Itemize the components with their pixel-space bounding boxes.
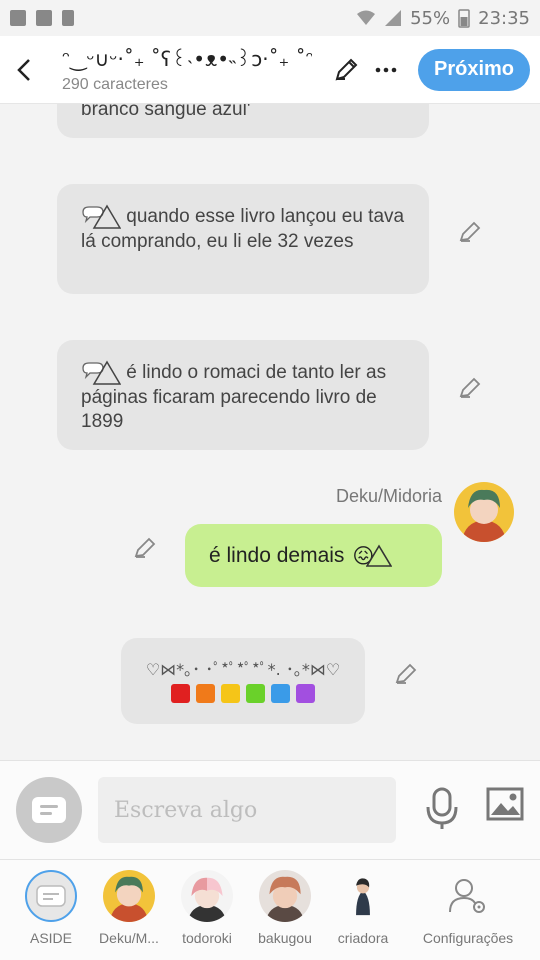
avatar-todoroki-image bbox=[181, 870, 233, 922]
sd-card-notification-icon bbox=[62, 10, 74, 26]
image-icon bbox=[486, 787, 524, 821]
tab-label: Configurações bbox=[422, 930, 514, 946]
avatar-deku-image bbox=[103, 870, 155, 922]
microphone-icon bbox=[426, 787, 458, 829]
back-button[interactable] bbox=[0, 36, 48, 104]
blue-die bbox=[271, 684, 290, 703]
more-dots-icon bbox=[375, 67, 397, 72]
avatar-bakugou-image bbox=[259, 870, 311, 922]
edit-title-button[interactable] bbox=[326, 50, 366, 90]
pencil-icon bbox=[459, 221, 481, 242]
status-bar: 55% 23:35 bbox=[0, 0, 540, 36]
compose-bar bbox=[0, 760, 540, 860]
yellow-die bbox=[221, 684, 240, 703]
decorative-text: ♡⋈*｡･ ･ﾟ*ﾟ*ﾟ*ﾟ*. ･｡*⋈♡ bbox=[145, 660, 341, 679]
message-text: é lindo o romaci de tanto ler as páginas… bbox=[81, 362, 387, 432]
deku-avatar bbox=[103, 870, 155, 922]
todoroki-avatar bbox=[181, 870, 233, 922]
tab-todoroki[interactable]: todoroki bbox=[176, 860, 238, 946]
tab-configuracoes[interactable]: Configurações bbox=[416, 860, 520, 946]
clock: 23:35 bbox=[478, 7, 530, 29]
wifi-icon bbox=[357, 10, 376, 25]
tab-criadora[interactable]: criadora bbox=[332, 860, 394, 946]
tab-label: Deku/M... bbox=[99, 930, 159, 946]
tab-label: bakugou bbox=[258, 930, 312, 946]
pencil-icon bbox=[134, 537, 156, 558]
edit-message-button[interactable] bbox=[394, 662, 420, 688]
more-options-button[interactable] bbox=[366, 50, 406, 90]
avatar-criadora-image bbox=[337, 870, 389, 922]
gallery-notification-icon bbox=[10, 10, 26, 26]
message-text: quando esse livro lançou eu tava lá comp… bbox=[81, 206, 405, 252]
chat-bubble-icon bbox=[36, 885, 66, 907]
signal-icon bbox=[385, 10, 402, 26]
title-area: ᵔ‿ᵕ∪ᵕ·˚₊ ˚ʕ꒰˴•ᴥ•˵꒱ɔ·˚₊ ˚ᵔ... 290 caracte… bbox=[48, 45, 326, 94]
message-bubble[interactable]: é lindo o romaci de tanto ler as páginas… bbox=[57, 340, 429, 450]
colored-dice-row bbox=[121, 684, 365, 703]
character-select-button[interactable] bbox=[16, 777, 82, 843]
chat-area[interactable]: branco sangue azul' quando esse livro la… bbox=[0, 104, 540, 760]
edit-message-button[interactable] bbox=[458, 376, 484, 402]
money-notification-icon bbox=[36, 10, 52, 26]
chat-header: ᵔ‿ᵕ∪ᵕ·˚₊ ˚ʕ꒰˴•ᴥ•˵꒱ɔ·˚₊ ˚ᵔ... 290 caracte… bbox=[0, 36, 540, 104]
avatar[interactable] bbox=[454, 482, 514, 542]
next-button[interactable]: Próximo bbox=[418, 48, 530, 91]
message-text: branco sangue azul' bbox=[81, 104, 251, 120]
image-button[interactable] bbox=[486, 787, 524, 827]
message-bubble[interactable]: branco sangue azul' bbox=[57, 104, 429, 138]
my-message-bubble[interactable]: é lindo demais 😖 bbox=[185, 524, 442, 587]
purple-die bbox=[296, 684, 315, 703]
character-count: 290 caracteres bbox=[62, 76, 168, 93]
microphone-button[interactable] bbox=[422, 785, 462, 833]
user-settings-icon bbox=[449, 879, 485, 913]
aside-avatar bbox=[25, 870, 77, 922]
chat-bubble-icon bbox=[32, 797, 66, 823]
battery-percent: 55% bbox=[410, 7, 451, 29]
sender-name: Deku/Midoria bbox=[335, 486, 442, 506]
red-die bbox=[171, 684, 190, 703]
tab-label: ASIDE bbox=[29, 930, 72, 946]
post-title: ᵔ‿ᵕ∪ᵕ·˚₊ ˚ʕ꒰˴•ᴥ•˵꒱ɔ·˚₊ ˚ᵔ... bbox=[62, 47, 312, 71]
tab-label: todoroki bbox=[182, 930, 232, 946]
bakugou-avatar bbox=[259, 870, 311, 922]
message-input[interactable] bbox=[98, 777, 396, 843]
pencil-icon bbox=[395, 663, 417, 684]
tab-label: criadora bbox=[337, 930, 389, 946]
message-bubble[interactable]: ♡⋈*｡･ ･ﾟ*ﾟ*ﾟ*ﾟ*. ･｡*⋈♡ bbox=[121, 638, 365, 724]
green-die bbox=[246, 684, 265, 703]
chevron-left-icon bbox=[17, 58, 30, 81]
message-text: é lindo demais bbox=[209, 543, 345, 567]
orange-die bbox=[196, 684, 215, 703]
character-tabs: ASIDE Deku/M... todoroki bakugou criador… bbox=[0, 860, 540, 960]
avatar-deku-image bbox=[454, 482, 514, 542]
tab-deku[interactable]: Deku/M... bbox=[96, 860, 162, 946]
triangle-icon bbox=[366, 543, 393, 567]
edit-message-button[interactable] bbox=[133, 536, 159, 562]
pencil-icon bbox=[459, 377, 481, 398]
tab-bakugou[interactable]: bakugou bbox=[254, 860, 316, 946]
tab-aside[interactable]: ASIDE bbox=[20, 860, 82, 946]
settings-avatar bbox=[442, 870, 494, 922]
battery-icon bbox=[458, 9, 470, 28]
edit-message-button[interactable] bbox=[458, 220, 484, 246]
thought-triangle-icon bbox=[82, 360, 121, 385]
pencil-icon bbox=[335, 58, 358, 80]
thought-triangle-icon bbox=[82, 204, 121, 229]
message-bubble[interactable]: quando esse livro lançou eu tava lá comp… bbox=[57, 184, 429, 294]
criadora-avatar bbox=[337, 870, 389, 922]
